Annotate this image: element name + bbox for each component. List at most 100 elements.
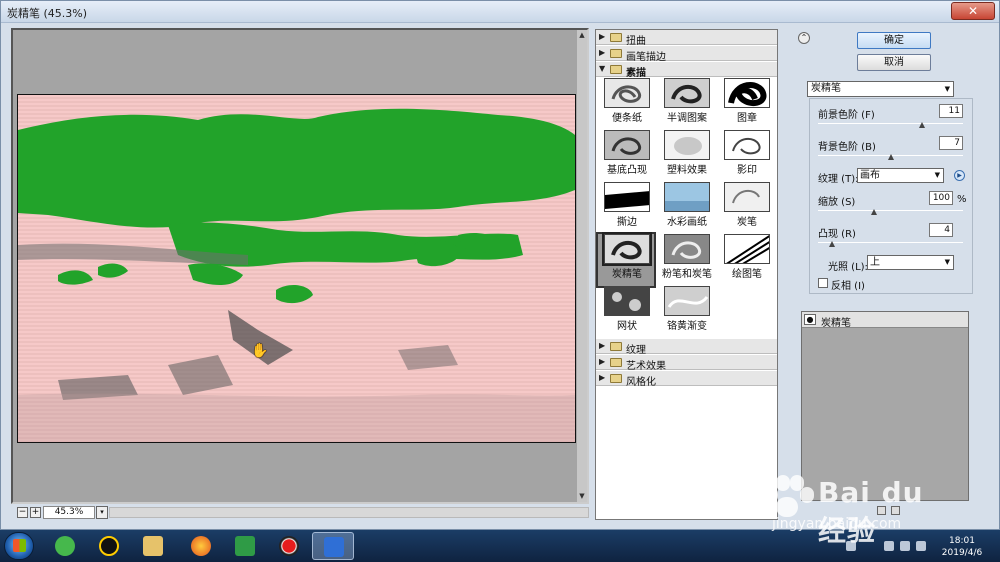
taskbar-app-explorer[interactable] xyxy=(132,532,174,560)
folder-icon xyxy=(610,33,622,42)
zoom-bar: − + 45.3% ▾ xyxy=(13,506,589,520)
thumb-torn-edges[interactable]: 撕边 xyxy=(598,182,654,234)
scale-label: 缩放 (S) xyxy=(818,197,856,208)
taskbar-app-qq[interactable] xyxy=(88,532,130,560)
sketch-thumbnails: 便条纸 半调图案 图章 基底凸现 塑料效果 影印 撕边 水彩画纸 炭笔 炭精笔 … xyxy=(596,78,777,368)
thumb-stamp[interactable]: 图章 xyxy=(718,78,774,130)
browser-360-icon xyxy=(55,536,75,556)
category-artistic[interactable]: ▶ 艺术效果 xyxy=(596,355,777,372)
chevron-down-icon: ▼ xyxy=(944,85,950,93)
foreground-level-input[interactable]: 11 xyxy=(939,104,963,118)
effect-layer-row[interactable]: ● 炭精笔 xyxy=(802,312,968,329)
watermark-text: Bai du 经验 xyxy=(818,476,924,547)
thumbnail-image xyxy=(604,182,650,212)
category-sketch[interactable]: ▼ 素描 xyxy=(596,62,777,79)
light-label: 光照 (L): xyxy=(828,262,868,273)
folder-icon xyxy=(610,342,622,351)
chevron-down-icon: ▼ xyxy=(944,258,950,266)
start-button[interactable] xyxy=(4,532,34,560)
baidu-watermark: Bai du 经验 jingyan.baidu.com xyxy=(752,470,942,547)
thumb-note-paper[interactable]: 便条纸 xyxy=(598,78,654,130)
zoom-dropdown-icon[interactable]: ▾ xyxy=(96,506,108,519)
system-clock[interactable]: 18:01 2019/4/6 xyxy=(938,535,986,559)
scale-slider[interactable] xyxy=(818,208,963,215)
collapse-gallery-icon[interactable]: ⌃ xyxy=(798,32,810,44)
foreground-level-slider[interactable] xyxy=(818,121,963,128)
thumb-halftone[interactable]: 半调图案 xyxy=(658,78,714,130)
firefox-icon xyxy=(191,536,211,556)
scale-input[interactable]: 100 xyxy=(929,191,953,205)
expand-triangle-icon: ▶ xyxy=(599,373,606,382)
texture-select[interactable]: 画布 ▼ xyxy=(857,168,944,183)
windows-logo-icon xyxy=(13,539,26,552)
light-select[interactable]: 上 ▼ xyxy=(867,255,954,270)
background-level-label: 背景色阶 (B) xyxy=(818,142,876,153)
zoom-out-button[interactable]: − xyxy=(17,507,28,518)
thumbnail-image xyxy=(604,130,650,160)
title-bar: 炭精笔 (45.3%) ✕ xyxy=(1,1,999,23)
preview-image[interactable]: ✋ xyxy=(17,94,576,443)
scroll-up-icon[interactable]: ▲ xyxy=(578,31,586,39)
relief-label: 凸现 (R) xyxy=(818,229,856,240)
close-button[interactable]: ✕ xyxy=(951,2,995,20)
taskbar-app-360[interactable] xyxy=(44,532,86,560)
ok-button[interactable]: 确定 xyxy=(857,32,931,49)
relief-slider[interactable] xyxy=(818,240,963,247)
thumb-photocopy[interactable]: 影印 xyxy=(718,130,774,182)
preview-pane[interactable]: ✋ ▲ ▼ xyxy=(11,28,589,504)
thumb-chalk-charcoal[interactable]: 粉笔和炭笔 xyxy=(658,234,714,286)
category-stylize[interactable]: ▶ 风格化 xyxy=(596,371,777,388)
eye-icon[interactable]: ● xyxy=(804,314,816,325)
thumbnail-image xyxy=(604,78,650,108)
scroll-down-icon[interactable]: ▼ xyxy=(578,492,586,500)
filter-gallery-list: ▶ 扭曲 ▶ 画笔描边 ▼ 素描 便条纸 半调图案 图章 基底凸现 塑料效果 影… xyxy=(595,29,778,520)
thumbnail-image xyxy=(664,182,710,212)
chevron-down-icon: ▼ xyxy=(934,171,940,179)
zoom-in-button[interactable]: + xyxy=(30,507,41,518)
thumb-water-paper[interactable]: 水彩画纸 xyxy=(658,182,714,234)
background-level-slider[interactable] xyxy=(818,153,963,160)
taskbar-app-firefox[interactable] xyxy=(180,532,222,560)
zoom-level-field[interactable]: 45.3% xyxy=(43,506,95,519)
qq-icon xyxy=(99,536,119,556)
expand-triangle-icon: ▶ xyxy=(599,32,606,41)
thumbnail-image xyxy=(664,286,710,316)
thumbnail-image xyxy=(724,182,770,212)
record-icon xyxy=(279,536,299,556)
video-player-icon xyxy=(235,536,255,556)
expand-triangle-icon: ▶ xyxy=(599,48,606,57)
category-texture[interactable]: ▶ 纹理 xyxy=(596,339,777,356)
category-brush-strokes[interactable]: ▶ 画笔描边 xyxy=(596,46,777,63)
relief-input[interactable]: 4 xyxy=(929,223,953,237)
window-title: 炭精笔 (45.3%) xyxy=(7,7,88,20)
texture-menu-icon[interactable]: ▶ xyxy=(954,170,965,181)
invert-checkbox[interactable] xyxy=(818,278,828,288)
thumb-plaster[interactable]: 塑料效果 xyxy=(658,130,714,182)
thumb-charcoal[interactable]: 炭笔 xyxy=(718,182,774,234)
thumbnail-image xyxy=(664,130,710,160)
cancel-button[interactable]: 取消 xyxy=(857,54,931,71)
collapse-triangle-icon: ▼ xyxy=(599,64,606,73)
preview-horizontal-scrollbar[interactable] xyxy=(109,507,589,518)
baidu-paw-logo xyxy=(762,473,814,519)
thumbnail-image xyxy=(724,130,770,160)
preview-vertical-scrollbar[interactable]: ▲ ▼ xyxy=(577,30,587,502)
taskbar-app-video[interactable] xyxy=(224,532,266,560)
hand-cursor-icon: ✋ xyxy=(251,343,269,359)
filter-gallery-window: 炭精笔 (45.3%) ✕ ✋ ▲ ▼ − + 45.3% ▾ ▶ 扭曲 ▶ 画… xyxy=(0,0,1000,530)
taskbar-app-recorder[interactable] xyxy=(268,532,310,560)
category-distort[interactable]: ▶ 扭曲 xyxy=(596,30,777,47)
watermark-url: jingyan.baidu.com xyxy=(772,516,902,532)
taskbar-app-photoshop[interactable] xyxy=(312,532,354,560)
thumb-bas-relief[interactable]: 基底凸现 xyxy=(598,130,654,182)
thumbnail-image xyxy=(602,232,652,266)
thumb-reticulation[interactable]: 网状 xyxy=(598,286,654,338)
texture-label: 纹理 (T): xyxy=(818,174,859,185)
thumb-graphic-pen[interactable]: 绘图笔 xyxy=(718,234,774,286)
feather-icon xyxy=(324,537,344,557)
thumb-conte-crayon[interactable]: 炭精笔 xyxy=(596,232,656,288)
filter-select[interactable]: 炭精笔 ▼ xyxy=(807,81,954,97)
background-level-input[interactable]: 7 xyxy=(939,136,963,150)
folder-icon xyxy=(610,49,622,58)
thumb-chrome[interactable]: 铬黄渐变 xyxy=(658,286,714,338)
